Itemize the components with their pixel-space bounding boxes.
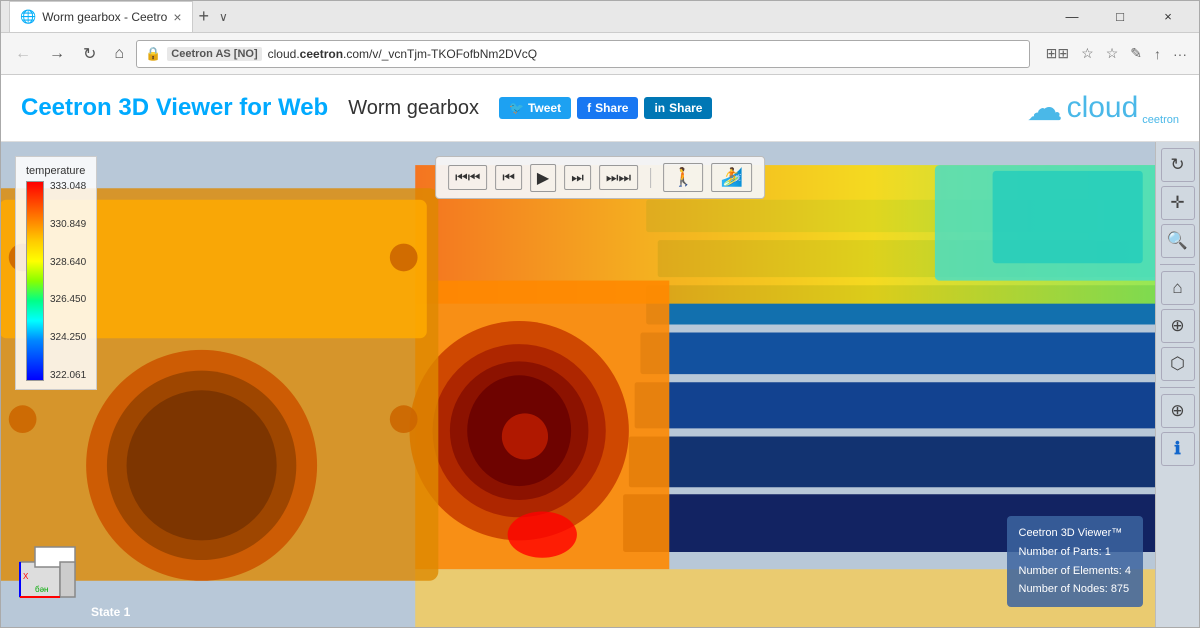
info-title: Ceetron 3D Viewer™: [1019, 524, 1132, 543]
social-buttons: 🐦 Tweet f Share in Share: [499, 97, 712, 119]
page-content: Ceetron 3D Viewer for Web Worm gearbox 🐦…: [1, 75, 1199, 627]
temp-value-0: 333.048: [50, 181, 86, 192]
playback-controls: ⏮⏮ ⏮ ▶ ⏭ ⏭⏭ 🚶 🏄: [435, 156, 765, 199]
url-prefix: cloud.: [268, 47, 300, 61]
temp-labels: 333.048 330.849 328.640 326.450 324.250 …: [50, 181, 86, 381]
cloud-logo: ☁ cloud ceetron: [1027, 87, 1179, 129]
active-tab[interactable]: 🌐 Worm gearbox - Ceetro ×: [9, 1, 193, 32]
new-tab-button[interactable]: +: [193, 6, 216, 27]
tweet-button[interactable]: 🐦 Tweet: [499, 97, 571, 119]
skip-to-start-button[interactable]: ⏮⏮: [448, 165, 487, 190]
facebook-icon: f: [587, 101, 591, 115]
tab-menu-button[interactable]: ∨: [215, 10, 232, 24]
linkedin-icon: in: [654, 101, 665, 115]
site-title: Ceetron 3D Viewer for Web: [21, 94, 328, 122]
tab-close-button[interactable]: ×: [173, 9, 181, 25]
orientation-cube[interactable]: X бән: [15, 542, 80, 607]
notes-button[interactable]: ✎: [1126, 43, 1146, 64]
back-button[interactable]: ←: [9, 41, 37, 67]
share-button[interactable]: ↑: [1150, 43, 1165, 64]
window-controls: — □ ×: [1049, 1, 1191, 33]
toolbar-divider-1: [1160, 264, 1194, 265]
temp-bar: 333.048 330.849 328.640 326.450 324.250 …: [26, 181, 86, 381]
next-frame-button[interactable]: ⏭: [564, 165, 591, 190]
state-label: State 1: [91, 605, 130, 619]
toolbar-divider-2: [1160, 387, 1194, 388]
viewer-area[interactable]: temperature 333.048 330.849 328.640 326.…: [1, 142, 1199, 627]
play-button[interactable]: ▶: [530, 164, 556, 192]
address-bar: ← → ↻ ⌂ 🔒 Ceetron AS [NO] cloud.ceetron.…: [1, 33, 1199, 75]
refresh-button[interactable]: ↻: [77, 40, 102, 68]
previous-frame-button[interactable]: ⏮: [495, 165, 522, 190]
info-parts: Number of Parts: 1: [1019, 543, 1132, 562]
color-gradient: [26, 181, 44, 381]
address-icons: ⊞⊞ ☆ ☆ ✎ ↑ ···: [1042, 43, 1191, 64]
cloud-text: cloud: [1067, 91, 1139, 125]
linkedin-label: Share: [669, 101, 702, 115]
reader-button[interactable]: ⊞⊞: [1042, 43, 1073, 64]
url-path: .com/v/_vcnTjm-TKOFofbNm2DVcQ: [343, 47, 537, 61]
walk-mode-button[interactable]: 🚶: [663, 163, 703, 192]
info-button[interactable]: ℹ: [1161, 432, 1195, 466]
forward-button[interactable]: →: [43, 41, 71, 67]
tab-title: Worm gearbox - Ceetro: [42, 10, 167, 24]
right-toolbar: ↻ ✛ 🔍 ⌂ ⊕ ⬡ ⊕ ℹ: [1155, 142, 1199, 627]
home-button[interactable]: ⌂: [108, 41, 130, 67]
temp-value-4: 324.250: [50, 332, 86, 343]
lock-icon: 🔒: [145, 46, 161, 62]
global-view-button[interactable]: ⊕: [1161, 309, 1195, 343]
home-view-button[interactable]: ⌂: [1161, 271, 1195, 305]
fly-mode-button[interactable]: 🏄: [711, 163, 751, 192]
model-name: Worm gearbox: [348, 97, 479, 120]
info-nodes: Number of Nodes: 875: [1019, 580, 1132, 599]
bookmark-button[interactable]: ☆: [1077, 43, 1098, 64]
pan-button[interactable]: ✛: [1161, 186, 1195, 220]
country-badge: Ceetron AS [NO]: [167, 47, 261, 61]
temp-value-3: 326.450: [50, 294, 86, 305]
facebook-label: Share: [595, 101, 628, 115]
favorites-button[interactable]: ☆: [1102, 43, 1123, 64]
playback-separator: [650, 168, 651, 188]
facebook-button[interactable]: f Share: [577, 97, 638, 119]
tab-strip: 🌐 Worm gearbox - Ceetro × + ∨: [9, 1, 1041, 32]
snap-button[interactable]: ⊕: [1161, 394, 1195, 428]
info-overlay: Ceetron 3D Viewer™ Number of Parts: 1 Nu…: [1007, 516, 1144, 607]
browser-window: 🌐 Worm gearbox - Ceetro × + ∨ — □ × ← → …: [0, 0, 1200, 628]
url-text: cloud.ceetron.com/v/_vcnTjm-TKOFofbNm2DV…: [268, 47, 1021, 61]
title-bar: 🌐 Worm gearbox - Ceetro × + ∨ — □ ×: [1, 1, 1199, 33]
info-elements: Number of Elements: 4: [1019, 562, 1132, 581]
tab-favicon: 🌐: [20, 9, 36, 25]
temp-value-2: 328.640: [50, 257, 86, 268]
close-button[interactable]: ×: [1145, 1, 1191, 33]
cloud-sub: ceetron: [1142, 114, 1179, 129]
svg-text:бән: бән: [35, 585, 48, 594]
page-header: Ceetron 3D Viewer for Web Worm gearbox 🐦…: [1, 75, 1199, 142]
cube-view-button[interactable]: ⬡: [1161, 347, 1195, 381]
skip-to-end-button[interactable]: ⏭⏭: [599, 165, 638, 190]
cloud-icon: ☁: [1027, 87, 1063, 129]
reset-view-button[interactable]: ↻: [1161, 148, 1195, 182]
more-button[interactable]: ···: [1169, 43, 1191, 64]
address-box[interactable]: 🔒 Ceetron AS [NO] cloud.ceetron.com/v/_v…: [136, 40, 1030, 68]
svg-text:X: X: [23, 572, 29, 581]
url-domain: ceetron: [300, 47, 343, 61]
temp-value-1: 330.849: [50, 219, 86, 230]
temperature-title: temperature: [26, 165, 86, 177]
tweet-label: Tweet: [528, 101, 561, 115]
temperature-legend: temperature 333.048 330.849 328.640 326.…: [15, 156, 97, 390]
linkedin-button[interactable]: in Share: [644, 97, 712, 119]
minimize-button[interactable]: —: [1049, 1, 1095, 33]
viewer-canvas: temperature 333.048 330.849 328.640 326.…: [1, 142, 1199, 627]
temp-value-5: 322.061: [50, 370, 86, 381]
zoom-button[interactable]: 🔍: [1161, 224, 1195, 258]
maximize-button[interactable]: □: [1097, 1, 1143, 33]
twitter-icon: 🐦: [509, 101, 524, 115]
